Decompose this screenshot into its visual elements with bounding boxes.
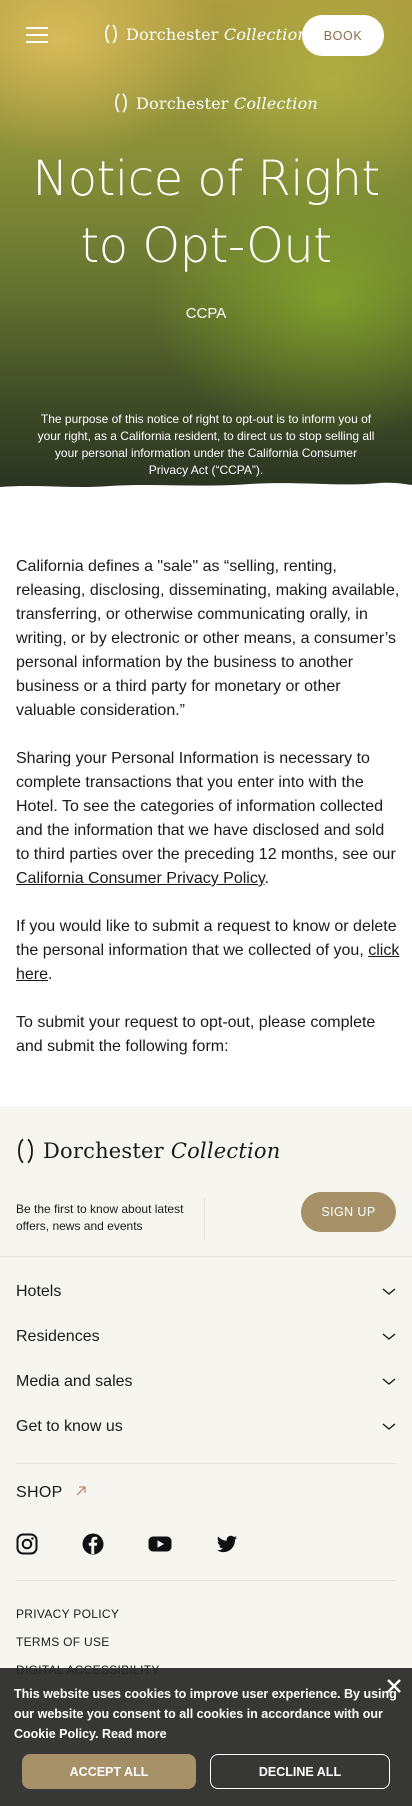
chevron-down-icon — [382, 1283, 396, 1301]
hamburger-menu-icon[interactable] — [26, 26, 48, 43]
chevron-down-icon — [382, 1418, 396, 1436]
accordion-media-sales[interactable]: Media and sales — [16, 1367, 396, 1397]
facebook-icon[interactable] — [82, 1533, 104, 1555]
paragraph-request: If you would like to submit a request to… — [16, 918, 400, 983]
page-title-line1: Notice of Right — [32, 151, 380, 207]
accordion-hotels[interactable]: Hotels — [16, 1277, 396, 1307]
privacy-policy-link[interactable]: PRIVACY POLICY — [16, 1607, 119, 1621]
chevron-down-icon — [382, 1328, 396, 1346]
divider — [16, 1463, 396, 1464]
header-logo[interactable]: Dorchester Collection — [104, 24, 308, 44]
sign-up-button[interactable]: SIGN UP — [301, 1192, 396, 1232]
header-logo-text: Dorchester Collection — [126, 24, 308, 44]
accordion-residences[interactable]: Residences — [16, 1322, 396, 1352]
youtube-icon[interactable] — [148, 1533, 172, 1555]
social-links — [16, 1533, 238, 1555]
hero-logo: Dorchester Collection — [114, 93, 318, 113]
paragraph-sale-definition: California defines a "sale" as “selling,… — [16, 558, 400, 719]
external-arrow-icon — [75, 1484, 87, 1502]
book-button[interactable]: BOOK — [302, 15, 384, 56]
accordion-get-to-know-us[interactable]: Get to know us — [16, 1412, 396, 1442]
shop-link[interactable]: SHOP — [16, 1484, 87, 1502]
hero-description: The purpose of this notice of right to o… — [37, 412, 375, 477]
dorchester-monogram-icon — [104, 24, 118, 44]
divider — [204, 1198, 205, 1240]
accept-all-button[interactable]: ACCEPT ALL — [22, 1754, 196, 1789]
paragraph-opt-out: To submit your request to opt-out, pleas… — [16, 1014, 376, 1055]
main-content: California defines a "sale" as “selling,… — [16, 555, 400, 1083]
cookie-message: This website uses cookies to improve use… — [14, 1687, 397, 1741]
chevron-down-icon — [382, 1373, 396, 1391]
instagram-icon[interactable] — [16, 1533, 38, 1555]
read-more-link[interactable]: Read more — [102, 1727, 167, 1741]
page-subtitle: CCPA — [185, 305, 227, 322]
hero-brush-edge — [0, 482, 412, 495]
terms-of-use-link[interactable]: TERMS OF USE — [16, 1635, 110, 1649]
divider — [0, 1256, 412, 1257]
decline-all-button[interactable]: DECLINE ALL — [210, 1754, 390, 1789]
footer-logo-text: Dorchester Collection — [43, 1139, 281, 1163]
ccpa-policy-link[interactable]: California Consumer Privacy Policy — [16, 870, 265, 887]
dorchester-monogram-icon — [16, 1138, 35, 1164]
hero-logo-text: Dorchester Collection — [136, 93, 318, 113]
page-title-line2: to Opt-Out — [80, 218, 332, 274]
divider — [16, 1580, 396, 1581]
page-title: Notice of Right to Opt-Out — [20, 146, 392, 280]
newsletter-text: Be the first to know about latest offers… — [16, 1202, 184, 1233]
paragraph-sharing: Sharing your Personal Information is nec… — [16, 750, 396, 887]
hero-banner: Dorchester Collection BOOK Dorchester Co… — [0, 0, 412, 495]
footer-logo[interactable]: Dorchester Collection — [16, 1138, 280, 1164]
cookie-banner: This website uses cookies to improve use… — [0, 1668, 412, 1806]
dorchester-monogram-icon — [114, 93, 128, 113]
twitter-icon[interactable] — [216, 1533, 238, 1555]
